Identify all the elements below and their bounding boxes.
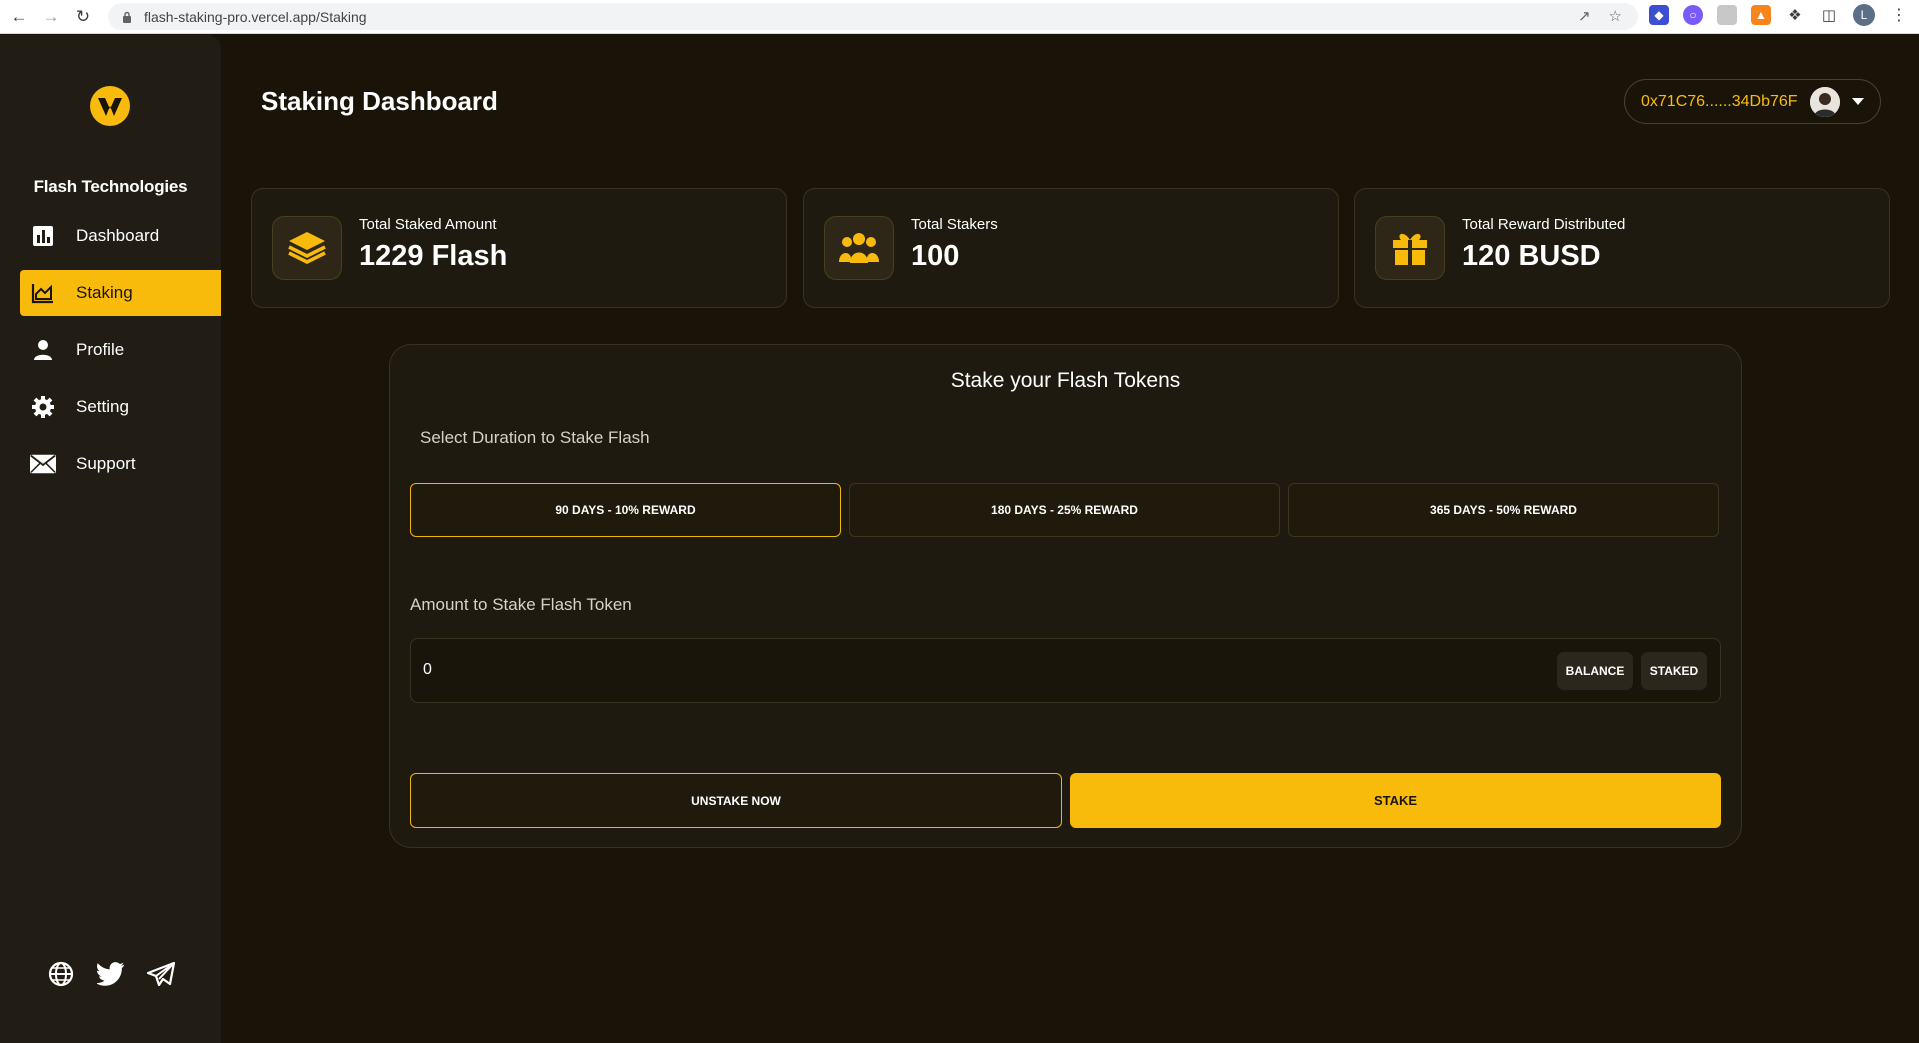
browser-toolbar: ← → ↻ flash-staking-pro.vercel.app/Staki… <box>0 0 1919 34</box>
duration-option-180-days[interactable]: 180 DAYS - 25% REWARD <box>849 483 1280 537</box>
amount-input[interactable]: 0 BALANCE STAKED <box>410 638 1721 703</box>
balance-button[interactable]: BALANCE <box>1557 652 1633 690</box>
chevron-down-icon <box>1851 98 1864 105</box>
wallet-avatar <box>1809 86 1840 117</box>
sidebar-item-label: Profile <box>76 340 125 359</box>
duration-label: Select Duration to Stake Flash <box>420 428 650 447</box>
stat-card-total-reward: Total Reward Distributed 120 BUSD <box>1354 188 1890 308</box>
forward-icon[interactable]: → <box>38 4 64 30</box>
person-icon <box>30 337 56 363</box>
stat-value: 100 <box>911 240 960 272</box>
sidebar-item-label: Support <box>76 454 136 473</box>
reload-icon[interactable]: ↻ <box>70 4 96 30</box>
amount-label: Amount to Stake Flash Token <box>410 595 632 614</box>
amount-value: 0 <box>423 661 432 678</box>
staked-button[interactable]: STAKED <box>1641 652 1707 690</box>
page-title: Staking Dashboard <box>261 86 498 116</box>
panel-title: Stake your Flash Tokens <box>950 369 1181 392</box>
stat-card-total-staked: Total Staked Amount 1229 Flash <box>251 188 787 308</box>
sidebar-nav: Dashboard Staking Profile Setting Suppor… <box>20 213 221 498</box>
metamask-icon[interactable]: ▲ <box>1751 5 1771 25</box>
sidebar-item-setting[interactable]: Setting <box>20 384 221 430</box>
stake-panel: Stake your Flash Tokens Select Duration … <box>389 344 1742 848</box>
gift-icon <box>1375 216 1445 280</box>
extension-icon[interactable] <box>1717 5 1737 25</box>
bar-chart-icon <box>30 223 56 249</box>
users-icon <box>824 216 894 280</box>
stat-card-total-stakers: Total Stakers 100 <box>803 188 1339 308</box>
sidebar-item-label: Staking <box>76 283 133 302</box>
gear-icon <box>30 394 56 420</box>
brand-name: Flash Technologies <box>33 177 188 196</box>
stat-label: Total Reward Distributed <box>1462 216 1626 233</box>
stat-label: Total Stakers <box>911 216 998 233</box>
sidebar-item-dashboard[interactable]: Dashboard <box>20 213 221 259</box>
social-links <box>47 960 175 988</box>
duration-option-90-days[interactable]: 90 DAYS - 10% REWARD <box>410 483 841 537</box>
puzzle-icon[interactable]: ❖ <box>1785 5 1805 25</box>
duration-option-365-days[interactable]: 365 DAYS - 50% REWARD <box>1288 483 1719 537</box>
duration-options: 90 DAYS - 10% REWARD 180 DAYS - 25% REWA… <box>410 483 1719 537</box>
twitter-icon[interactable] <box>97 960 125 988</box>
wallet-dropdown[interactable]: 0x71C76......34Db76F <box>1624 79 1881 124</box>
globe-icon[interactable] <box>47 960 75 988</box>
back-icon[interactable]: ← <box>6 4 32 30</box>
share-icon[interactable]: ↗ <box>1578 7 1591 25</box>
area-chart-icon <box>30 280 56 306</box>
profile-avatar[interactable]: L <box>1853 4 1875 26</box>
sidebar-item-staking[interactable]: Staking <box>20 270 221 316</box>
lock-icon <box>123 11 131 23</box>
stat-value: 1229 Flash <box>359 240 508 272</box>
sidebar-item-label: Setting <box>76 397 129 416</box>
sidebar: Flash Technologies Dashboard Staking Pro… <box>0 35 221 1043</box>
wallet-address: 0x71C76......34Db76F <box>1641 92 1798 110</box>
extension-icon[interactable]: ○ <box>1683 5 1703 25</box>
bookmark-star-icon[interactable]: ☆ <box>1609 7 1622 25</box>
menu-icon[interactable]: ⋮ <box>1889 5 1909 25</box>
sidebar-item-profile[interactable]: Profile <box>20 327 221 373</box>
address-bar[interactable]: flash-staking-pro.vercel.app/Staking ↗ ☆ <box>108 3 1638 30</box>
telegram-icon[interactable] <box>147 960 175 988</box>
extension-icon[interactable]: ◆ <box>1649 5 1669 25</box>
stat-value: 120 BUSD <box>1462 240 1601 272</box>
mail-icon <box>30 451 56 477</box>
unstake-button[interactable]: UNSTAKE NOW <box>410 773 1062 828</box>
layers-icon <box>272 216 342 280</box>
flash-logo-icon <box>90 86 130 126</box>
sidebar-item-label: Dashboard <box>76 226 160 245</box>
stake-button[interactable]: STAKE <box>1070 773 1721 828</box>
sidebar-item-support[interactable]: Support <box>20 441 221 487</box>
sidepanel-icon[interactable]: ◫ <box>1819 5 1839 25</box>
url-text: flash-staking-pro.vercel.app/Staking <box>144 8 367 25</box>
stat-label: Total Staked Amount <box>359 216 497 233</box>
